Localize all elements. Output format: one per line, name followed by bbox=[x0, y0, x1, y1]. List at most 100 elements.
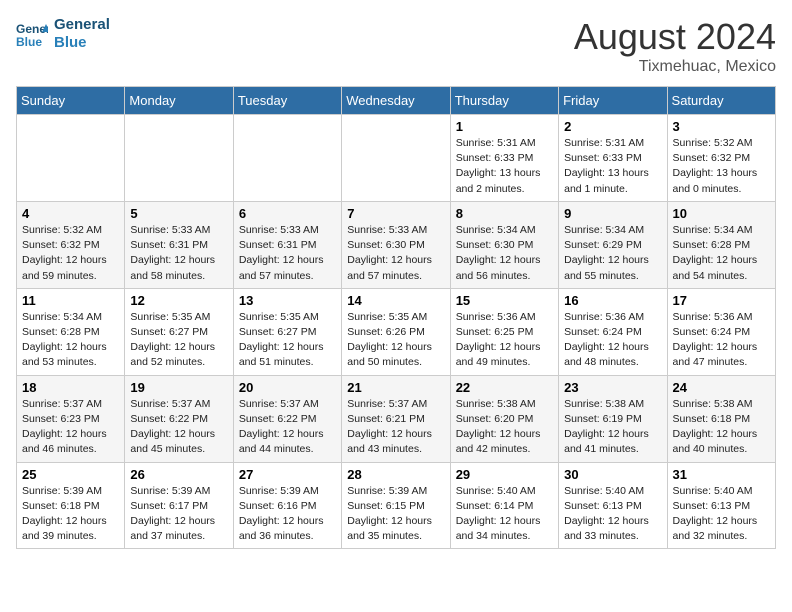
calendar-table: SundayMondayTuesdayWednesdayThursdayFrid… bbox=[16, 86, 776, 549]
calendar-cell: 22Sunrise: 5:38 AMSunset: 6:20 PMDayligh… bbox=[450, 375, 558, 462]
day-number: 17 bbox=[673, 293, 770, 308]
calendar-cell: 8Sunrise: 5:34 AMSunset: 6:30 PMDaylight… bbox=[450, 201, 558, 288]
calendar-cell: 28Sunrise: 5:39 AMSunset: 6:15 PMDayligh… bbox=[342, 462, 450, 549]
day-info: Sunrise: 5:34 AMSunset: 6:29 PMDaylight:… bbox=[564, 223, 661, 284]
day-info: Sunrise: 5:32 AMSunset: 6:32 PMDaylight:… bbox=[673, 136, 770, 197]
day-info: Sunrise: 5:33 AMSunset: 6:31 PMDaylight:… bbox=[239, 223, 336, 284]
day-number: 11 bbox=[22, 293, 119, 308]
day-info: Sunrise: 5:34 AMSunset: 6:28 PMDaylight:… bbox=[22, 310, 119, 371]
day-number: 8 bbox=[456, 206, 553, 221]
day-number: 30 bbox=[564, 467, 661, 482]
calendar-cell: 5Sunrise: 5:33 AMSunset: 6:31 PMDaylight… bbox=[125, 201, 233, 288]
calendar-cell: 23 Sunrise: 5:38 AMSunset: 6:19 PMDayligh… bbox=[559, 375, 667, 462]
day-number: 7 bbox=[347, 206, 444, 221]
calendar-cell: 18Sunrise: 5:37 AMSunset: 6:23 PMDayligh… bbox=[17, 375, 125, 462]
logo-general: General bbox=[54, 16, 110, 34]
calendar-cell: 31Sunrise: 5:40 AMSunset: 6:13 PMDayligh… bbox=[667, 462, 775, 549]
day-info: Sunrise: 5:40 AMSunset: 6:13 PMDaylight:… bbox=[564, 484, 661, 545]
col-header-thursday: Thursday bbox=[450, 87, 558, 115]
calendar-cell: 12 Sunrise: 5:35 AMSunset: 6:27 PMDayligh… bbox=[125, 288, 233, 375]
day-info: Sunrise: 5:35 AMSunset: 6:27 PMDaylight:… bbox=[130, 310, 227, 371]
day-info: Sunrise: 5:38 AMSunset: 6:18 PMDaylight:… bbox=[673, 397, 770, 458]
day-info: Sunrise: 5:40 AMSunset: 6:14 PMDaylight:… bbox=[456, 484, 553, 545]
col-header-saturday: Saturday bbox=[667, 87, 775, 115]
day-info: Sunrise: 5:39 AMSunset: 6:15 PMDaylight:… bbox=[347, 484, 444, 545]
calendar-cell: 20 Sunrise: 5:37 AMSunset: 6:22 PMDayligh… bbox=[233, 375, 341, 462]
week-row-3: 11 Sunrise: 5:34 AMSunset: 6:28 PMDayligh… bbox=[17, 288, 776, 375]
week-row-5: 25 Sunrise: 5:39 AMSunset: 6:18 PMDayligh… bbox=[17, 462, 776, 549]
calendar-cell: 1 Sunrise: 5:31 AMSunset: 6:33 PMDaylight… bbox=[450, 115, 558, 202]
day-info: Sunrise: 5:37 AMSunset: 6:22 PMDaylight:… bbox=[239, 397, 336, 458]
day-info: Sunrise: 5:33 AMSunset: 6:30 PMDaylight:… bbox=[347, 223, 444, 284]
day-info: Sunrise: 5:32 AMSunset: 6:32 PMDaylight:… bbox=[22, 223, 119, 284]
day-info: Sunrise: 5:36 AMSunset: 6:24 PMDaylight:… bbox=[564, 310, 661, 371]
day-info: Sunrise: 5:36 AMSunset: 6:24 PMDaylight:… bbox=[673, 310, 770, 371]
day-info: Sunrise: 5:37 AMSunset: 6:22 PMDaylight:… bbox=[130, 397, 227, 458]
logo-blue: Blue bbox=[54, 34, 110, 52]
day-info: Sunrise: 5:31 AMSunset: 6:33 PMDaylight:… bbox=[564, 136, 661, 197]
calendar-cell: 30 Sunrise: 5:40 AMSunset: 6:13 PMDayligh… bbox=[559, 462, 667, 549]
day-number: 16 bbox=[564, 293, 661, 308]
calendar-cell: 27 Sunrise: 5:39 AMSunset: 6:16 PMDayligh… bbox=[233, 462, 341, 549]
day-number: 4 bbox=[22, 206, 119, 221]
calendar-cell: 15 Sunrise: 5:36 AMSunset: 6:25 PMDayligh… bbox=[450, 288, 558, 375]
day-info: Sunrise: 5:39 AMSunset: 6:17 PMDaylight:… bbox=[130, 484, 227, 545]
col-header-wednesday: Wednesday bbox=[342, 87, 450, 115]
day-number: 13 bbox=[239, 293, 336, 308]
svg-text:Blue: Blue bbox=[16, 35, 42, 48]
day-info: Sunrise: 5:36 AMSunset: 6:25 PMDaylight:… bbox=[456, 310, 553, 371]
day-number: 9 bbox=[564, 206, 661, 221]
calendar-cell: 25 Sunrise: 5:39 AMSunset: 6:18 PMDayligh… bbox=[17, 462, 125, 549]
day-number: 19 bbox=[130, 380, 227, 395]
calendar-cell: 2 Sunrise: 5:31 AMSunset: 6:33 PMDaylight… bbox=[559, 115, 667, 202]
day-info: Sunrise: 5:38 AMSunset: 6:20 PMDaylight:… bbox=[456, 397, 553, 458]
day-number: 1 bbox=[456, 119, 553, 134]
day-info: Sunrise: 5:35 AMSunset: 6:26 PMDaylight:… bbox=[347, 310, 444, 371]
day-info: Sunrise: 5:31 AMSunset: 6:33 PMDaylight:… bbox=[456, 136, 553, 197]
svg-text:General: General bbox=[16, 22, 48, 36]
calendar-cell: 13 Sunrise: 5:35 AMSunset: 6:27 PMDayligh… bbox=[233, 288, 341, 375]
title-area: August 2024 Tixmehuac, Mexico bbox=[574, 16, 776, 76]
day-number: 15 bbox=[456, 293, 553, 308]
logo: General Blue General Blue bbox=[16, 16, 110, 52]
day-number: 2 bbox=[564, 119, 661, 134]
calendar-header-row: SundayMondayTuesdayWednesdayThursdayFrid… bbox=[17, 87, 776, 115]
calendar-cell: 17 Sunrise: 5:36 AMSunset: 6:24 PMDayligh… bbox=[667, 288, 775, 375]
location: Tixmehuac, Mexico bbox=[574, 58, 776, 76]
day-info: Sunrise: 5:34 AMSunset: 6:28 PMDaylight:… bbox=[673, 223, 770, 284]
calendar-cell bbox=[17, 115, 125, 202]
calendar-cell: 26 Sunrise: 5:39 AMSunset: 6:17 PMDayligh… bbox=[125, 462, 233, 549]
day-number: 21 bbox=[347, 380, 444, 395]
month-year: August 2024 bbox=[574, 16, 776, 58]
calendar-cell bbox=[342, 115, 450, 202]
day-number: 31 bbox=[673, 467, 770, 482]
day-info: Sunrise: 5:33 AMSunset: 6:31 PMDaylight:… bbox=[130, 223, 227, 284]
day-number: 25 bbox=[22, 467, 119, 482]
week-row-4: 18Sunrise: 5:37 AMSunset: 6:23 PMDayligh… bbox=[17, 375, 776, 462]
day-info: Sunrise: 5:37 AMSunset: 6:23 PMDaylight:… bbox=[22, 397, 119, 458]
calendar-cell bbox=[125, 115, 233, 202]
day-info: Sunrise: 5:37 AMSunset: 6:21 PMDaylight:… bbox=[347, 397, 444, 458]
calendar-cell: 19 Sunrise: 5:37 AMSunset: 6:22 PMDayligh… bbox=[125, 375, 233, 462]
logo-icon: General Blue bbox=[16, 20, 48, 48]
col-header-tuesday: Tuesday bbox=[233, 87, 341, 115]
calendar-cell: 14 Sunrise: 5:35 AMSunset: 6:26 PMDayligh… bbox=[342, 288, 450, 375]
day-info: Sunrise: 5:39 AMSunset: 6:18 PMDaylight:… bbox=[22, 484, 119, 545]
day-number: 3 bbox=[673, 119, 770, 134]
calendar-cell: 29Sunrise: 5:40 AMSunset: 6:14 PMDayligh… bbox=[450, 462, 558, 549]
day-info: Sunrise: 5:39 AMSunset: 6:16 PMDaylight:… bbox=[239, 484, 336, 545]
day-number: 14 bbox=[347, 293, 444, 308]
day-number: 26 bbox=[130, 467, 227, 482]
calendar-cell bbox=[233, 115, 341, 202]
day-info: Sunrise: 5:35 AMSunset: 6:27 PMDaylight:… bbox=[239, 310, 336, 371]
col-header-monday: Monday bbox=[125, 87, 233, 115]
calendar-cell: 24Sunrise: 5:38 AMSunset: 6:18 PMDayligh… bbox=[667, 375, 775, 462]
day-number: 27 bbox=[239, 467, 336, 482]
week-row-2: 4 Sunrise: 5:32 AMSunset: 6:32 PMDaylight… bbox=[17, 201, 776, 288]
day-number: 12 bbox=[130, 293, 227, 308]
calendar-cell: 6Sunrise: 5:33 AMSunset: 6:31 PMDaylight… bbox=[233, 201, 341, 288]
day-number: 20 bbox=[239, 380, 336, 395]
day-info: Sunrise: 5:38 AMSunset: 6:19 PMDaylight:… bbox=[564, 397, 661, 458]
calendar-cell: 9 Sunrise: 5:34 AMSunset: 6:29 PMDaylight… bbox=[559, 201, 667, 288]
day-number: 23 bbox=[564, 380, 661, 395]
